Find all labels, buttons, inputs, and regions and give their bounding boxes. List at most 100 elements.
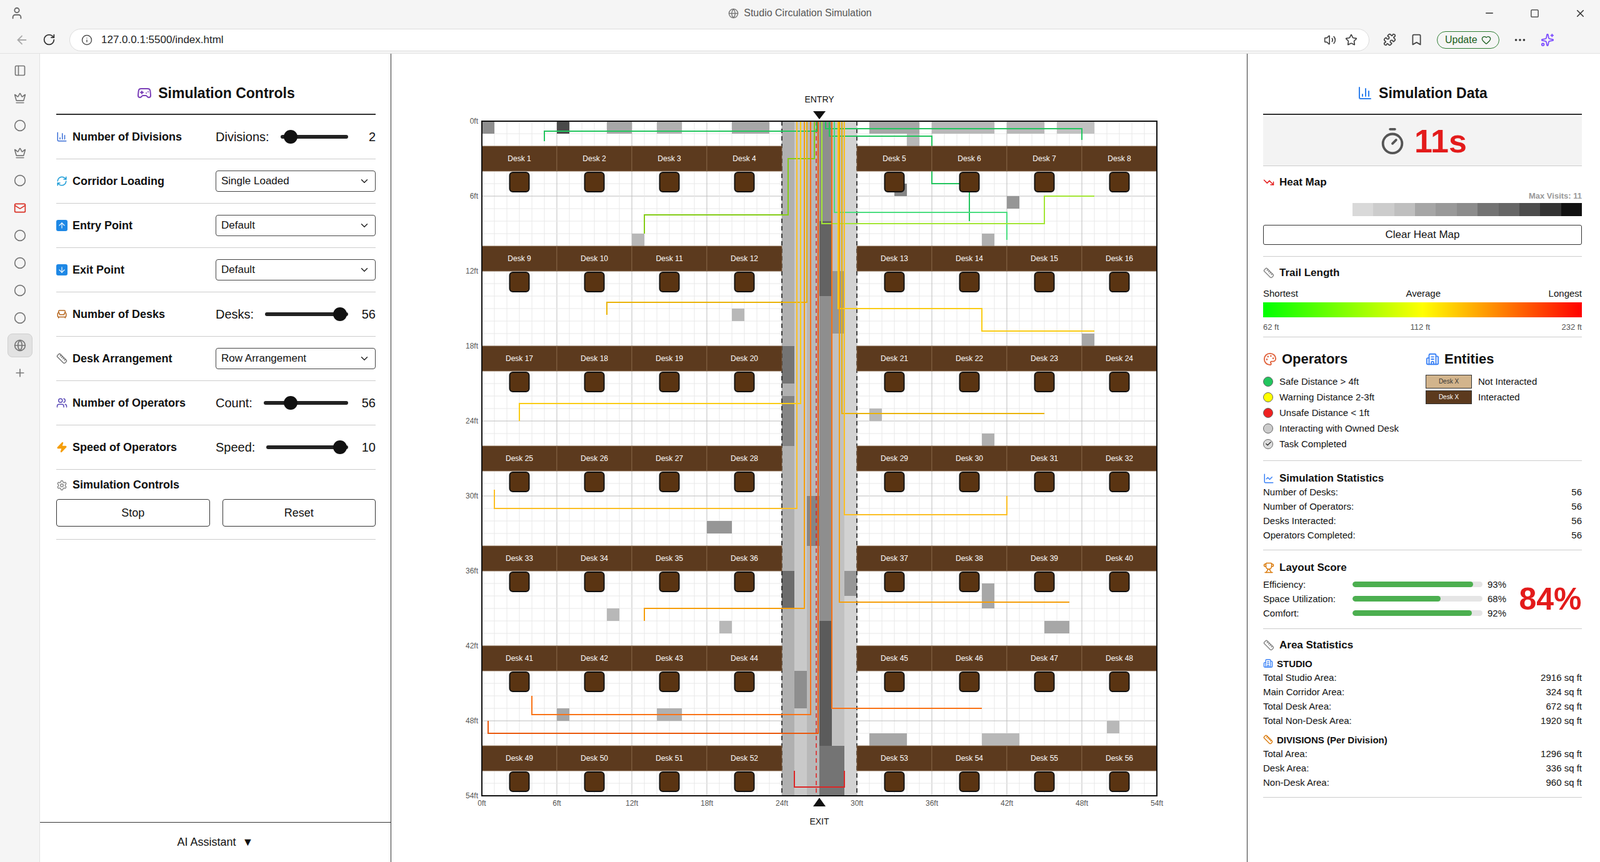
sidebar-item[interactable] [7, 306, 33, 330]
desk[interactable]: Desk 55 [1006, 746, 1082, 792]
desk[interactable]: Desk 38 [931, 546, 1007, 592]
desk[interactable]: Desk 13 [856, 246, 932, 292]
desk[interactable]: Desk 21 [856, 346, 932, 392]
select[interactable]: Default [215, 215, 376, 237]
desk[interactable]: Desk 14 [931, 246, 1007, 292]
desk-top[interactable] [1081, 346, 1157, 372]
desk[interactable]: Desk 45 [856, 646, 932, 692]
slider-knob[interactable] [333, 440, 347, 455]
sidebar-item[interactable] [7, 361, 33, 385]
sidebar-item[interactable] [7, 168, 33, 193]
clear-heat-map-button[interactable]: Clear Heat Map [1263, 225, 1582, 245]
desk-top[interactable] [931, 446, 1007, 472]
desk[interactable]: Desk 49 [481, 746, 557, 792]
sidebar-item[interactable] [7, 251, 33, 275]
desk[interactable]: Desk 6 [931, 146, 1007, 192]
desk-top[interactable] [1006, 346, 1082, 372]
desk-top[interactable] [856, 646, 932, 672]
desk[interactable]: Desk 5 [856, 146, 932, 192]
slider-knob[interactable] [283, 130, 298, 144]
desk[interactable]: Desk 3 [631, 146, 707, 192]
slider-knob[interactable] [283, 396, 298, 410]
desk-top[interactable] [706, 346, 782, 372]
desk[interactable]: Desk 31 [1006, 446, 1082, 492]
desk[interactable]: Desk 29 [856, 446, 932, 492]
ai-assistant-toggle[interactable]: AI Assistant▼ [40, 822, 391, 862]
sidebar-item[interactable] [7, 223, 33, 248]
menu-icon[interactable] [1513, 33, 1527, 47]
desk[interactable]: Desk 39 [1006, 546, 1082, 592]
desk[interactable]: Desk 9 [481, 246, 557, 292]
copilot-icon[interactable] [1540, 33, 1555, 47]
desk[interactable]: Desk 54 [931, 746, 1007, 792]
desk[interactable]: Desk 28 [706, 446, 782, 492]
desk[interactable]: Desk 32 [1081, 446, 1157, 492]
desk[interactable]: Desk 43 [631, 646, 707, 692]
desk-top[interactable] [556, 646, 632, 672]
desk[interactable]: Desk 25 [481, 446, 557, 492]
update-button[interactable]: Update [1436, 31, 1500, 49]
desk[interactable]: Desk 44 [706, 646, 782, 692]
desk-top[interactable] [631, 546, 707, 572]
desk-top[interactable] [631, 646, 707, 672]
desk[interactable]: Desk 41 [481, 646, 557, 692]
desk[interactable]: Desk 17 [481, 346, 557, 392]
profile-icon[interactable] [10, 6, 24, 20]
desk[interactable]: Desk 1 [481, 146, 557, 192]
desk-top[interactable] [931, 246, 1007, 272]
close-icon[interactable] [1574, 7, 1587, 20]
desk-top[interactable] [1081, 146, 1157, 172]
desk[interactable]: Desk 33 [481, 546, 557, 592]
desk[interactable]: Desk 52 [706, 746, 782, 792]
select[interactable]: Default [215, 259, 376, 281]
desk-top[interactable] [1081, 246, 1157, 272]
desk-top[interactable] [631, 446, 707, 472]
desk[interactable]: Desk 40 [1081, 546, 1157, 592]
read-aloud-icon[interactable] [1323, 33, 1337, 47]
desk-top[interactable] [1006, 746, 1082, 772]
sidebar-item[interactable] [7, 141, 33, 165]
desk-top[interactable] [856, 146, 932, 172]
desk[interactable]: Desk 19 [631, 346, 707, 392]
desk-top[interactable] [931, 646, 1007, 672]
desk-top[interactable] [706, 646, 782, 672]
sidebar-item[interactable] [7, 113, 33, 138]
button[interactable]: Stop [56, 499, 210, 527]
slider[interactable] [266, 445, 349, 450]
desk-top[interactable] [1006, 646, 1082, 672]
sidebar-item[interactable] [7, 278, 33, 303]
desk[interactable]: Desk 56 [1081, 746, 1157, 792]
desk[interactable]: Desk 37 [856, 546, 932, 592]
desk[interactable]: Desk 24 [1081, 346, 1157, 392]
desk-top[interactable] [481, 546, 557, 572]
desk[interactable]: Desk 7 [1006, 146, 1082, 192]
desk[interactable]: Desk 34 [556, 546, 632, 592]
minimize-icon[interactable] [1483, 7, 1495, 19]
desk-top[interactable] [631, 146, 707, 172]
favorite-icon[interactable] [1345, 33, 1358, 47]
desk-top[interactable] [481, 346, 557, 372]
desk-top[interactable] [1081, 646, 1157, 672]
desk-top[interactable] [706, 246, 782, 272]
slider[interactable] [280, 135, 349, 139]
maximize-icon[interactable] [1530, 8, 1540, 19]
desk[interactable]: Desk 46 [931, 646, 1007, 692]
desk-top[interactable] [856, 546, 932, 572]
sidebar-item[interactable] [7, 86, 33, 110]
desk-top[interactable] [706, 546, 782, 572]
desk-top[interactable] [631, 246, 707, 272]
desk-top[interactable] [481, 746, 557, 772]
favorites-icon[interactable] [1410, 33, 1424, 47]
desk[interactable]: Desk 11 [631, 246, 707, 292]
slider-knob[interactable] [333, 307, 347, 322]
desk-top[interactable] [556, 746, 632, 772]
button[interactable]: Reset [222, 499, 377, 527]
desk-top[interactable] [1006, 146, 1082, 172]
desk[interactable]: Desk 36 [706, 546, 782, 592]
slider[interactable] [265, 312, 349, 317]
desk-top[interactable] [706, 746, 782, 772]
reload-icon[interactable] [42, 33, 56, 47]
desk-top[interactable] [1006, 546, 1082, 572]
select[interactable]: Row Arrangement [215, 348, 376, 370]
desk[interactable]: Desk 2 [556, 146, 632, 192]
